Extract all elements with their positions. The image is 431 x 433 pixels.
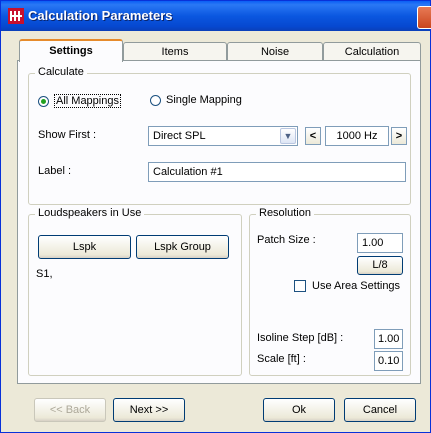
- radio-single-indicator: [150, 94, 161, 106]
- show-first-value: Direct SPL: [153, 130, 206, 142]
- next-button[interactable]: Next >>: [113, 398, 185, 422]
- isoline-step-label: Isoline Step [dB] :: [257, 332, 344, 344]
- resolution-group-title: Resolution: [256, 207, 314, 219]
- tab-noise[interactable]: Noise: [227, 42, 323, 61]
- patch-size-label: Patch Size :: [257, 234, 316, 246]
- use-area-checkbox[interactable]: Use Area Settings: [294, 280, 400, 292]
- tab-items[interactable]: Items: [123, 42, 227, 61]
- l8-button[interactable]: L/8: [357, 256, 403, 275]
- tab-calculation[interactable]: Calculation: [323, 42, 421, 61]
- radio-all-mappings[interactable]: All Mappings: [38, 94, 121, 108]
- show-first-label: Show First :: [38, 129, 97, 141]
- freq-prev-button[interactable]: <: [305, 127, 321, 145]
- lspk-button[interactable]: Lspk: [38, 235, 131, 259]
- close-button[interactable]: [417, 6, 431, 29]
- loudspeakers-group: Loudspeakers in Use Lspk Lspk Group S1,: [28, 207, 242, 376]
- calculate-group: Calculate All Mappings Single Mapping Sh…: [28, 66, 411, 205]
- app-icon: [8, 8, 24, 24]
- radio-all-label: All Mappings: [54, 94, 121, 108]
- use-area-label: Use Area Settings: [312, 280, 401, 292]
- show-first-select[interactable]: Direct SPL ▼: [148, 126, 298, 146]
- window-title: Calculation Parameters: [28, 8, 173, 23]
- scale-input[interactable]: 0.10: [374, 351, 403, 371]
- loudspeakers-group-title: Loudspeakers in Use: [35, 207, 145, 219]
- label-field-label: Label :: [38, 165, 72, 177]
- lspk-group-button[interactable]: Lspk Group: [136, 235, 229, 259]
- loudspeaker-list: S1,: [36, 268, 53, 280]
- calculate-group-title: Calculate: [35, 66, 87, 78]
- title-bar[interactable]: Calculation Parameters: [1, 1, 431, 31]
- ok-button[interactable]: Ok: [263, 398, 335, 422]
- tab-strip: Settings Items Noise Calculation: [17, 39, 421, 62]
- back-button[interactable]: << Back: [34, 398, 106, 422]
- isoline-step-input[interactable]: 1.00: [374, 329, 403, 349]
- radio-single-label: Single Mapping: [166, 94, 242, 106]
- dialog-window: Calculation Parameters Settings Items No…: [0, 0, 431, 433]
- use-area-check-indicator: [294, 280, 306, 292]
- patch-size-input[interactable]: 1.00: [357, 233, 403, 253]
- radio-single-mapping[interactable]: Single Mapping: [150, 94, 242, 106]
- label-input[interactable]: Calculation #1: [148, 162, 406, 182]
- tab-settings[interactable]: Settings: [19, 39, 123, 62]
- settings-panel: Calculate All Mappings Single Mapping Sh…: [17, 60, 421, 384]
- radio-all-indicator: [38, 95, 49, 107]
- scale-label: Scale [ft] :: [257, 353, 306, 365]
- cancel-button[interactable]: Cancel: [344, 398, 416, 422]
- chevron-down-icon: ▼: [280, 128, 296, 144]
- resolution-group: Resolution Patch Size : 1.00 L/8 Use Are…: [249, 207, 411, 376]
- frequency-field[interactable]: 1000 Hz: [325, 126, 389, 146]
- freq-next-button[interactable]: >: [391, 127, 407, 145]
